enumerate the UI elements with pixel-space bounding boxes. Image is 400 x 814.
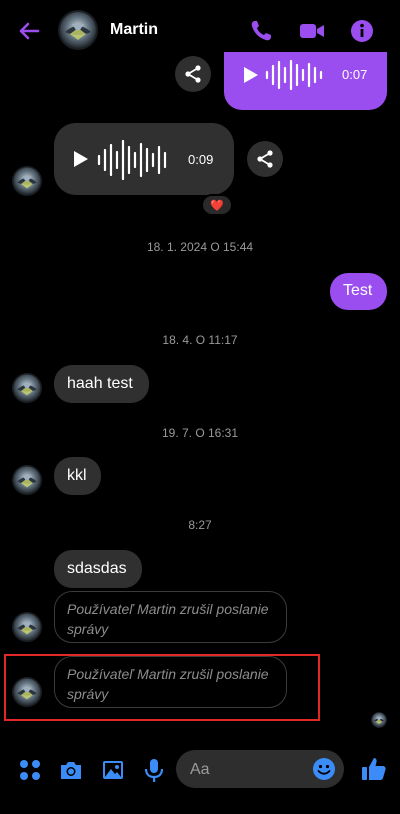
message-input[interactable] [188, 758, 312, 782]
message-received[interactable]: kkl [54, 457, 101, 495]
timestamp: 19. 7. O 16:31 [161, 426, 239, 440]
composer-bar [0, 740, 400, 814]
back-arrow-icon[interactable] [14, 16, 44, 46]
unsent-message-notice: Používateľ Martin zrušil poslanie správy [54, 591, 287, 643]
voice-message-received[interactable]: 0:09 [54, 123, 234, 195]
timestamp: 18. 4. O 11:17 [162, 333, 238, 347]
seen-avatar [371, 712, 387, 728]
share-icon [183, 64, 203, 84]
heart-reaction[interactable]: ❤️ [201, 194, 233, 216]
thumbs-up-icon[interactable] [360, 755, 388, 783]
avatar[interactable] [58, 10, 98, 50]
timestamp: 18. 1. 2024 O 15:44 [146, 240, 254, 254]
voice-message-sent[interactable]: 0:07 [224, 52, 387, 110]
message-input-container[interactable] [176, 750, 344, 788]
selection-highlight [4, 654, 320, 721]
voice-duration: 0:07 [342, 67, 368, 82]
waveform-icon [97, 139, 167, 181]
waveform-icon [265, 59, 323, 91]
play-icon[interactable] [240, 65, 260, 85]
timestamp: 8:27 [188, 518, 212, 532]
video-camera-icon[interactable] [297, 16, 327, 46]
phone-icon[interactable] [246, 16, 276, 46]
info-icon[interactable] [347, 16, 377, 46]
avatar[interactable] [12, 465, 42, 495]
share-button[interactable] [175, 56, 211, 92]
avatar[interactable] [12, 373, 42, 403]
message-received[interactable]: haah test [54, 365, 149, 403]
share-button[interactable] [247, 141, 283, 177]
share-icon [255, 149, 275, 169]
gallery-icon[interactable] [100, 757, 126, 783]
avatar[interactable] [12, 612, 42, 642]
camera-icon[interactable] [58, 757, 84, 783]
contact-name[interactable]: Martin [110, 21, 158, 39]
microphone-icon[interactable] [141, 757, 167, 783]
avatar[interactable] [12, 166, 42, 196]
menu-dots-icon[interactable] [17, 757, 43, 783]
play-icon[interactable] [70, 149, 90, 169]
message-received[interactable]: sdasdas [54, 550, 142, 588]
chat-header: Martin [0, 0, 400, 60]
emoji-icon[interactable] [312, 757, 336, 781]
voice-duration: 0:09 [188, 152, 214, 167]
message-sent[interactable]: Test [330, 273, 387, 310]
